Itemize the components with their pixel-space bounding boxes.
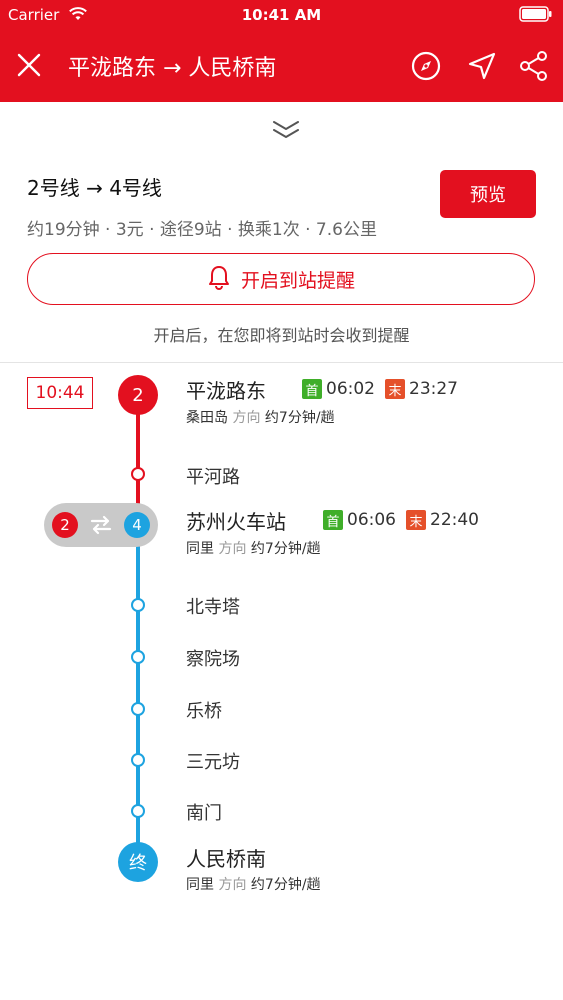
station-name-stop[interactable]: 北寺塔	[186, 593, 240, 619]
station-name-stop1[interactable]: 平河路	[186, 463, 240, 489]
transfer-from-line-badge: 2	[52, 512, 78, 538]
start-direction-info: 桑田岛 方向 约7分钟/趟	[186, 407, 335, 427]
location-arrow-icon[interactable]	[466, 50, 498, 82]
first-train-tag: 首	[323, 510, 343, 530]
battery-icon	[519, 6, 553, 26]
last-train-tag: 末	[406, 510, 426, 530]
share-icon[interactable]	[518, 50, 550, 82]
direction-station: 同里	[186, 877, 214, 893]
last-train-tag: 末	[385, 379, 405, 399]
interval: 约7分钟/趟	[250, 541, 321, 557]
station-name-start[interactable]: 平泷路东	[186, 375, 266, 404]
stop-dot	[131, 467, 145, 481]
interval: 约7分钟/趟	[250, 877, 321, 893]
line-4-segment	[136, 532, 140, 850]
last-train-time: 22:40	[430, 510, 479, 530]
direction-word: 方向	[218, 877, 247, 893]
page-title: 平泷路东 → 人民桥南	[68, 56, 277, 81]
first-train-time: 06:02	[326, 379, 375, 399]
station-name-transfer[interactable]: 苏州火车站	[186, 506, 286, 535]
stop-dot	[131, 804, 145, 818]
preview-button[interactable]: 预览	[440, 170, 536, 218]
station-name-stop[interactable]: 乐桥	[186, 697, 222, 723]
station-name-end[interactable]: 人民桥南	[186, 843, 266, 872]
direction-station: 同里	[186, 541, 214, 557]
first-train-time: 06:06	[347, 510, 396, 530]
departure-time-badge: 10:44	[27, 377, 93, 409]
transfer-to-line-badge: 4	[124, 512, 150, 538]
status-time: 10:41 AM	[241, 6, 322, 24]
collapse-chevron-icon[interactable]	[271, 118, 301, 142]
end-direction-info: 同里 方向 约7分钟/趟	[186, 874, 321, 894]
station-name-stop[interactable]: 察院场	[186, 645, 240, 671]
transfer-schedule: 首 06:06 末 22:40	[323, 510, 479, 530]
header-bar: Carrier 10:41 AM 平泷路东 → 人民桥南	[0, 0, 563, 102]
bell-icon	[207, 264, 241, 295]
direction-word: 方向	[218, 541, 247, 557]
route-meta: 约19分钟 · 3元 · 途径9站 · 换乘1次 · 7.6公里	[27, 220, 377, 240]
first-train-tag: 首	[302, 379, 322, 399]
transfer-arrows-icon	[89, 514, 113, 540]
interval: 约7分钟/趟	[264, 410, 335, 426]
terminal-badge: 终	[118, 842, 158, 882]
direction-word: 方向	[232, 410, 261, 426]
nav-bar: 平泷路东 → 人民桥南	[0, 36, 563, 96]
station-name-stop[interactable]: 三元坊	[186, 748, 240, 774]
station-name-stop[interactable]: 南门	[186, 799, 222, 825]
arrival-alarm-button[interactable]: 开启到站提醒	[27, 253, 535, 305]
transfer-direction-info: 同里 方向 约7分钟/趟	[186, 538, 321, 558]
arrival-alarm-label: 开启到站提醒	[240, 269, 355, 292]
last-train-time: 23:27	[409, 379, 458, 399]
status-bar: Carrier 10:41 AM	[0, 0, 563, 30]
divider	[0, 362, 563, 363]
transfer-pill: 2 4	[44, 503, 158, 547]
alarm-hint: 开启后，在您即将到站时会收到提醒	[153, 326, 410, 345]
start-schedule: 首 06:02 末 23:27	[302, 379, 458, 399]
stop-dot	[131, 650, 145, 664]
line-2-badge: 2	[118, 375, 158, 415]
close-icon[interactable]	[14, 50, 44, 80]
stop-dot	[131, 702, 145, 716]
compass-icon[interactable]	[410, 50, 442, 82]
route-lines: 2号线 → 4号线	[27, 176, 162, 200]
direction-station: 桑田岛	[186, 410, 228, 426]
stop-dot	[131, 753, 145, 767]
stop-dot	[131, 598, 145, 612]
